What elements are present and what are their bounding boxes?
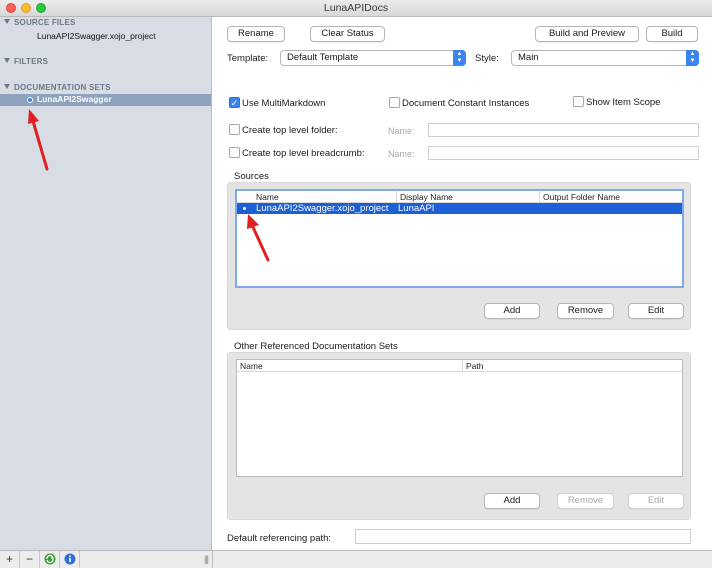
row-display-name: LunaAPI [398,203,435,214]
style-label: Style: [475,53,499,64]
sources-edit-button[interactable]: Edit [628,303,684,319]
title-bar: LunaAPIDocs [0,0,712,17]
column-header-name[interactable]: Name [253,191,396,203]
column-header-output-folder-name[interactable]: Output Folder Name [539,191,682,203]
sources-table-header: Name Display Name Output Folder Name [237,191,682,203]
other-sets-table-header: Name Path [237,360,682,372]
disclosure-triangle-icon[interactable] [4,19,10,24]
show-item-scope-checkbox[interactable] [573,96,584,107]
divider [212,551,213,568]
disclosure-triangle-icon[interactable] [4,84,10,89]
popup-arrows-icon: ▲ ▼ [686,50,699,66]
window-title: LunaAPIDocs [323,2,389,14]
bottom-bar: + − ||| [0,550,712,568]
default-referencing-path-label: Default referencing path: [227,533,332,544]
other-sets-remove-button[interactable]: Remove [557,493,614,509]
template-value: Default Template [287,52,359,63]
annotation-arrow-icon [247,214,270,262]
sources-group: Name Display Name Output Folder Name Lun… [227,182,691,330]
rename-button[interactable]: Rename [227,26,285,42]
other-sets-table[interactable]: Name Path [236,359,683,477]
bullet-icon [243,207,246,210]
sidebar-section-documentation-sets[interactable]: DOCUMENTATION SETS [4,83,111,92]
info-icon [64,553,75,565]
info-button[interactable] [60,551,80,568]
refresh-icon [44,553,55,565]
template-popup[interactable]: Default Template ▲ ▼ [280,50,466,66]
refresh-button[interactable] [40,551,60,568]
other-sets-title: Other Referenced Documentation Sets [234,341,398,352]
breadcrumb-name-field[interactable] [428,146,699,160]
default-referencing-path-field[interactable] [355,529,691,544]
document-constant-instances-checkbox[interactable] [389,97,400,108]
column-header-path[interactable]: Path [462,360,682,372]
breadcrumb-name-label: Name: [388,149,415,159]
remove-button[interactable]: − [20,551,40,568]
other-sets-add-button[interactable]: Add [484,493,540,509]
style-popup[interactable]: Main ▲ ▼ [511,50,699,66]
folder-name-label: Name: [388,126,415,136]
status-dot-icon [27,97,33,103]
create-top-level-breadcrumb-label: Create top level breadcrumb: [242,148,365,159]
sources-table[interactable]: Name Display Name Output Folder Name Lun… [235,189,684,288]
column-header-name[interactable]: Name [237,360,462,372]
sidebar-section-source-files[interactable]: SOURCE FILES [4,18,76,27]
other-sets-group: Name Path Add Remove Edit [227,352,691,520]
create-top-level-breadcrumb-checkbox[interactable] [229,147,240,158]
style-value: Main [518,52,539,63]
sidebar-item-documentation-set[interactable]: LunaAPI2Swagger [0,94,211,106]
document-constant-instances-label: Document Constant Instances [402,98,530,109]
add-button[interactable]: + [0,551,20,568]
sources-add-button[interactable]: Add [484,303,540,319]
clear-status-button[interactable]: Clear Status [310,26,385,42]
create-top-level-folder-checkbox[interactable] [229,124,240,135]
sources-title: Sources [234,171,269,182]
template-label: Template: [227,53,269,64]
resize-grip-icon[interactable]: ||| [204,554,209,564]
column-header-display-name[interactable]: Display Name [396,191,539,203]
folder-name-field[interactable] [428,123,699,137]
build-button[interactable]: Build [646,26,698,42]
sidebar-item-source-file[interactable]: LunaAPI2Swagger.xojo_project [37,31,156,41]
row-name: LunaAPI2Swagger.xojo_project [256,203,389,214]
sidebar: SOURCE FILES LunaAPI2Swagger.xojo_projec… [0,17,212,550]
create-top-level-folder-label: Create top level folder: [242,125,338,136]
use-multimarkdown-label: Use MultiMarkdown [242,98,326,109]
annotation-arrow-icon [28,109,49,171]
show-item-scope-label: Show Item Scope [586,97,661,108]
build-and-preview-button[interactable]: Build and Preview [535,26,639,42]
disclosure-triangle-icon[interactable] [4,58,10,63]
table-row[interactable]: LunaAPI2Swagger.xojo_project LunaAPI [237,203,682,214]
sidebar-section-filters[interactable]: FILTERS [4,57,48,66]
popup-arrows-icon: ▲ ▼ [453,50,466,66]
use-multimarkdown-checkbox[interactable]: ✓ [229,97,240,108]
other-sets-edit-button[interactable]: Edit [628,493,684,509]
sidebar-item-label: LunaAPI2Swagger [37,94,112,104]
sources-remove-button[interactable]: Remove [557,303,614,319]
